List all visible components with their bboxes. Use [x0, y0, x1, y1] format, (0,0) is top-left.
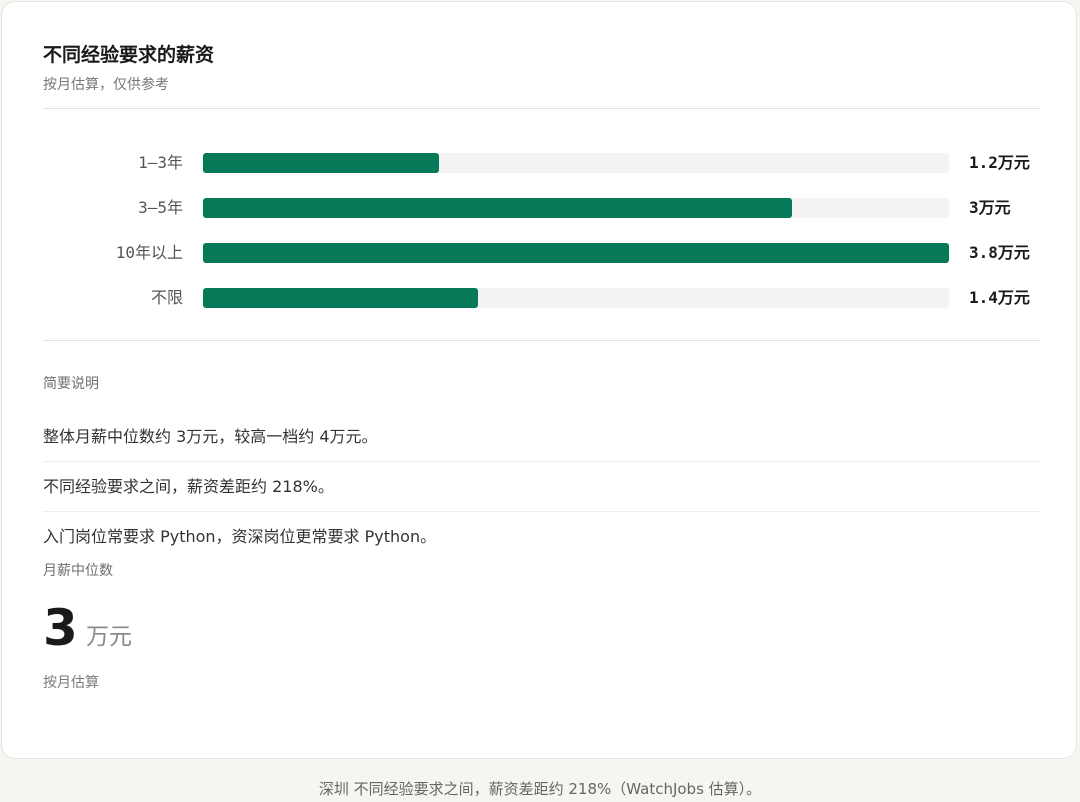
note-divider	[43, 511, 1040, 512]
category-label: 3–5年	[138, 198, 183, 217]
category-label: 10年以上	[115, 243, 183, 262]
bar-track	[203, 198, 949, 218]
summary-label: 简要说明	[43, 376, 99, 392]
salary-card: 不同经验要求的薪资 按月估算，仅供参考 1–3年 1.2万元 3–5年 3万元 10年以…	[1, 1, 1077, 759]
bar-track	[203, 153, 949, 173]
note-divider	[43, 461, 1040, 462]
card-title: 不同经验要求的薪资	[43, 44, 215, 66]
median-label: 月薪中位数	[43, 563, 113, 579]
summary-note: 整体月薪中位数约 3万元，较高一档约 4万元。	[43, 427, 378, 446]
summary-note: 入门岗位常要求 Python，资深岗位更常要求 Python。	[43, 527, 437, 546]
median-unit: 万元	[86, 624, 132, 650]
value-label: 3万元	[969, 198, 1011, 217]
bar-row: 1–3年 1.2万元	[2, 152, 1078, 174]
category-label: 1–3年	[138, 153, 183, 172]
value-label: 1.4万元	[969, 288, 1030, 307]
median-value: 3	[43, 599, 78, 657]
chart-divider	[43, 340, 1040, 341]
bar	[203, 243, 949, 263]
bar-track	[203, 288, 949, 308]
bar-track	[203, 243, 949, 263]
value-label: 1.2万元	[969, 153, 1030, 172]
median-note: 按月估算	[43, 675, 99, 691]
bar-row: 3–5年 3万元	[2, 197, 1078, 219]
header-divider	[43, 108, 1040, 109]
card-subtitle: 按月估算，仅供参考	[43, 77, 169, 93]
summary-note: 不同经验要求之间，薪资差距约 218%。	[43, 477, 334, 496]
bar-row: 10年以上 3.8万元	[2, 242, 1078, 264]
bar-row: 不限 1.4万元	[2, 287, 1078, 309]
category-label: 不限	[150, 288, 183, 307]
page-caption: 深圳 不同经验要求之间，薪资差距约 218%（WatchJobs 估算）。	[318, 780, 762, 798]
value-label: 3.8万元	[969, 243, 1030, 262]
bar	[203, 198, 792, 218]
bar	[203, 288, 478, 308]
bar	[203, 153, 439, 173]
